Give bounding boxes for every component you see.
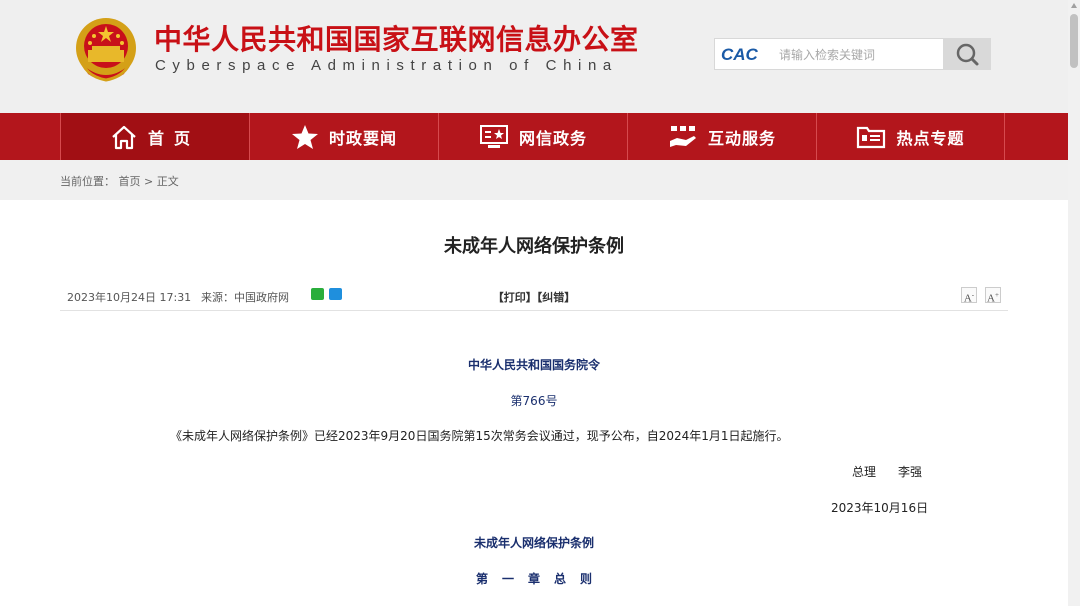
chapter-number: 第一章 [475,572,554,586]
font-increase-button[interactable]: A+ [985,287,1001,305]
breadcrumb-current-link[interactable]: 正文 [157,175,179,188]
nav-item-label: 首页 [147,128,200,148]
site-subtitle: Cyberspace Administration of China [155,57,618,74]
chapter-name: 总 [553,572,580,586]
nav-item-topics[interactable]: 热点专题 [816,113,1005,160]
sign-role: 总理 [852,465,877,479]
article-title: 未成年人网络保护条例 [444,236,624,257]
search-input[interactable] [777,43,946,67]
correct-button[interactable]: 【纠错】 [537,291,576,304]
search-button[interactable] [943,38,991,70]
signature: 总理 李强 [852,463,922,480]
search-box: CAC [714,38,991,70]
folder-icon [857,126,886,148]
font-decrease-button[interactable]: A- [961,287,977,305]
nav-item-affairs[interactable]: 网信政务 [438,113,627,160]
breadcrumb-prefix: 当前位置： [60,175,115,188]
site-title: 中华人民共和国国家互联网信息办公室 [154,23,639,56]
decree-number: 第766号 [510,394,558,408]
scrollbar-thumb[interactable] [1070,14,1078,68]
breadcrumb: 当前位置： 首页 > 正文 [60,173,179,189]
nav-item-label: 时政要闻 [328,128,397,148]
decree-title: 中华人民共和国国务院令 [467,358,600,372]
article-tools: 【打印】【纠错】 [60,289,1008,305]
home-icon [112,125,136,149]
nav-item-label: 互动服务 [707,128,776,148]
nav-item-label: 网信政务 [518,128,587,148]
main-nav: 首页 时政要闻 网信政务 互动服务 热点专题 [0,113,1080,160]
star-icon [291,124,318,149]
search-icon [956,43,979,66]
article-meta: 2023年10月24日 17:31 来源：中国政府网 【打印】【纠错】 A- A… [60,284,1008,311]
chapter-name-2: 则 [580,572,593,586]
sign-name: 李强 [898,465,923,479]
site-header: 中华人民共和国国家互联网信息办公室 Cyberspace Administrat… [0,0,1080,113]
chapter-heading: 第一章总则 [0,570,1068,587]
nav-item-news[interactable]: 时政要闻 [249,113,438,160]
monitor-icon [479,124,508,148]
font-increase-label: A [987,292,995,305]
cac-logo: CAC [721,45,758,64]
nav-item-service[interactable]: 互动服务 [627,113,816,160]
regulation-title: 未成年人网络保护条例 [473,536,594,550]
scroll-up-icon[interactable] [1070,2,1078,10]
font-decrease-label: A [963,292,972,305]
decree-paragraph: 《未成年人网络保护条例》已经2023年9月20日国务院第15次常务会议通过，现予… [170,429,789,443]
sign-date: 2023年10月16日 [831,501,929,515]
breadcrumb-separator: > [144,175,154,188]
breadcrumb-bar: 当前位置： 首页 > 正文 [0,160,1080,200]
print-button[interactable]: 【打印】 [493,291,537,304]
hand-icon [669,125,696,147]
breadcrumb-home-link[interactable]: 首页 [119,175,141,188]
page-scrollbar[interactable] [1068,0,1080,606]
nav-item-label: 热点专题 [896,128,965,148]
national-emblem-icon [76,18,136,82]
nav-item-home[interactable]: 首页 [60,113,249,160]
